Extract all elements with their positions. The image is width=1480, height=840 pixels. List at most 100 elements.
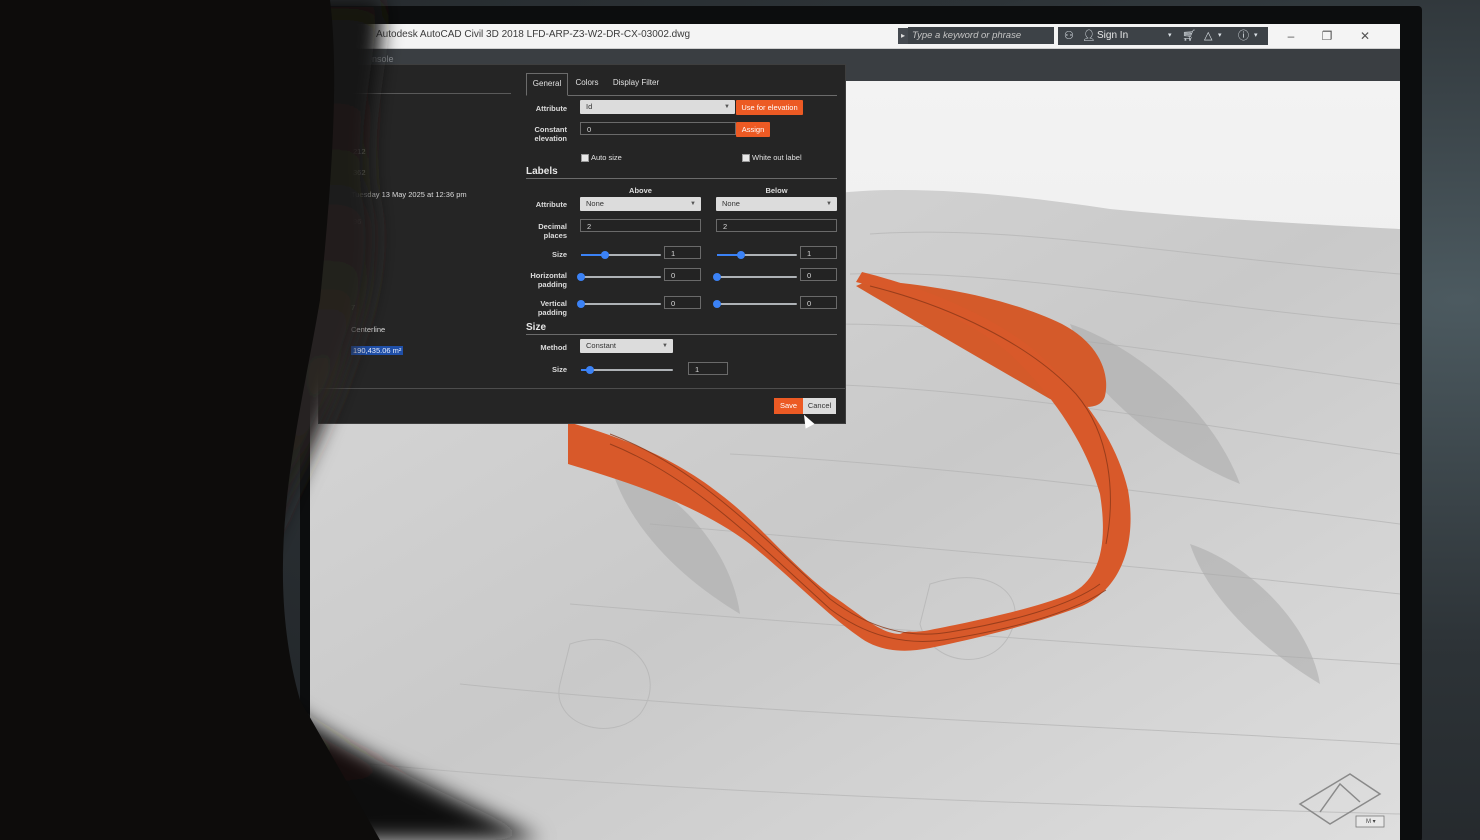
slider-thumb[interactable]: [601, 251, 609, 259]
tab-display-filter[interactable]: Display Filter: [608, 73, 664, 94]
slider-thumb[interactable]: [713, 300, 721, 308]
divider: [319, 388, 845, 389]
property-value: 212: [353, 147, 366, 156]
chevron-down-icon: ▼: [662, 343, 668, 349]
size-section-title: Size: [526, 322, 547, 333]
above-hpad-slider[interactable]: [577, 273, 661, 281]
chevron-down-icon[interactable]: ▾: [1254, 29, 1258, 43]
below-attribute-select[interactable]: None ▼: [716, 197, 837, 211]
close-icon[interactable]: ✕: [1354, 26, 1376, 46]
auto-size-label: Auto size: [591, 153, 622, 162]
viewcube-menu-label[interactable]: M ▾: [1366, 818, 1376, 825]
below-size-field[interactable]: 1: [800, 246, 837, 259]
method-label: Method: [540, 343, 567, 352]
below-vpad-slider[interactable]: [713, 300, 797, 308]
vertical-padding-label-line1: Vertical: [540, 299, 567, 308]
white-out-label-text: White out label: [752, 153, 802, 162]
below-attribute-value: None: [722, 199, 740, 208]
window-title: Autodesk AutoCAD Civil 3D 2018 LFD-ARP-Z…: [376, 29, 691, 40]
white-out-label-checkbox[interactable]: [742, 154, 750, 162]
user-icon[interactable]: 👤︎: [1082, 29, 1096, 43]
below-decimal-field[interactable]: 2: [716, 219, 837, 232]
divider: [526, 334, 837, 335]
chevron-down-icon: ▼: [826, 201, 832, 207]
below-column-header: Below: [765, 186, 788, 195]
decimal-places-label-line1: Decimal: [538, 222, 567, 231]
property-area-selected[interactable]: 190,435.06 m²: [351, 346, 404, 355]
search-input[interactable]: [908, 27, 1054, 44]
decimal-places-label-line2: places: [543, 231, 567, 240]
title-bar: Autodesk AutoCAD Civil 3D 2018 LFD-ARP-Z…: [310, 24, 1400, 49]
below-hpad-field[interactable]: 0: [800, 268, 837, 281]
divider: [337, 93, 511, 94]
decimal-places-label: Decimal places: [525, 222, 567, 240]
auto-size-checkbox[interactable]: [581, 154, 589, 162]
above-vpad-slider[interactable]: [577, 300, 661, 308]
restore-icon[interactable]: ❐: [1316, 26, 1338, 46]
above-attribute-select[interactable]: None ▼: [580, 197, 701, 211]
properties-panel: 212 362 Tuesday 13 May 2025 at 12:36 pm …: [319, 65, 511, 385]
size-slider[interactable]: [581, 366, 673, 374]
constant-elevation-label-line2: elevation: [534, 134, 567, 143]
photo-scene: Autodesk AutoCAD Civil 3D 2018 LFD-ARP-Z…: [0, 0, 1480, 840]
above-column-header: Above: [629, 186, 652, 195]
cart-icon[interactable]: 🛒︎: [1182, 29, 1196, 43]
labels-section-title: Labels: [526, 166, 558, 177]
window-controls: – ❐ ✕: [1280, 26, 1390, 46]
above-size-slider[interactable]: [581, 251, 661, 259]
minimize-icon[interactable]: –: [1280, 26, 1302, 46]
above-decimal-field[interactable]: 2: [580, 219, 701, 232]
property-value: 7: [351, 303, 356, 312]
slider-thumb[interactable]: [713, 273, 721, 281]
method-select[interactable]: Constant ▼: [580, 339, 673, 353]
tab-bar: General Colors Display Filter: [526, 73, 837, 96]
use-for-elevation-button[interactable]: Use for elevation: [736, 100, 803, 115]
horizontal-padding-label-line2: padding: [537, 280, 567, 289]
slider-thumb[interactable]: [737, 251, 745, 259]
above-attribute-value: None: [586, 199, 604, 208]
below-vpad-field[interactable]: 0: [800, 296, 837, 309]
property-value: 96: [353, 217, 362, 226]
autodesk-a360-icon[interactable]: △: [1204, 29, 1212, 43]
created-date: Tuesday 13 May 2025 at 12:36 pm: [351, 190, 467, 199]
divider: [526, 178, 837, 179]
attribute-select[interactable]: Id ▼: [580, 100, 735, 114]
above-hpad-field[interactable]: 0: [664, 268, 701, 281]
above-vpad-field[interactable]: 0: [664, 296, 701, 309]
horizontal-padding-label-line1: Horizontal: [530, 271, 567, 280]
chevron-down-icon[interactable]: ▾: [1218, 29, 1222, 43]
slider-thumb[interactable]: [586, 366, 595, 374]
save-button[interactable]: Save: [774, 398, 803, 414]
chevron-down-icon: ▼: [690, 201, 696, 207]
constant-elevation-field[interactable]: 0: [580, 122, 736, 135]
slider-thumb[interactable]: [577, 300, 585, 308]
ribbon-tab-fragment[interactable]: nsole: [372, 54, 394, 64]
size-field[interactable]: 1: [688, 362, 728, 375]
slider-thumb[interactable]: [577, 273, 585, 281]
infocenter-toolbar: ⚇ 👤︎ Sign In ▾ 🛒︎ △ ▾ ⓘ ▾: [1058, 27, 1268, 45]
label-attribute-label: Attribute: [535, 200, 567, 209]
property-centerline: Centerline: [351, 325, 386, 334]
below-hpad-slider[interactable]: [713, 273, 797, 281]
property-value: 362: [353, 168, 366, 177]
below-size-slider[interactable]: [717, 251, 797, 259]
label-size-label: Size: [551, 250, 567, 259]
sign-in-button[interactable]: Sign In: [1097, 30, 1128, 41]
method-select-value: Constant: [586, 341, 617, 350]
tab-general[interactable]: General: [526, 73, 568, 96]
chevron-down-icon[interactable]: ▾: [1168, 29, 1172, 43]
horizontal-padding-label: Horizontal padding: [519, 271, 567, 289]
attribute-label: Attribute: [535, 104, 567, 113]
search-expand-icon[interactable]: ▸: [898, 28, 908, 44]
above-size-field[interactable]: 1: [664, 246, 701, 259]
constant-elevation-label: Constant elevation: [525, 125, 567, 143]
help-icon[interactable]: ⓘ: [1238, 29, 1249, 43]
vertical-padding-label-line2: padding: [537, 308, 567, 317]
tab-colors[interactable]: Colors: [570, 73, 604, 94]
vertical-padding-label: Vertical padding: [519, 299, 567, 317]
binoculars-icon[interactable]: ⚇: [1064, 29, 1074, 43]
attribute-select-value: Id: [586, 102, 593, 111]
chevron-down-icon: ▼: [724, 104, 730, 110]
label-settings-dialog: 212 362 Tuesday 13 May 2025 at 12:36 pm …: [318, 64, 846, 424]
assign-button[interactable]: Assign: [736, 122, 770, 137]
